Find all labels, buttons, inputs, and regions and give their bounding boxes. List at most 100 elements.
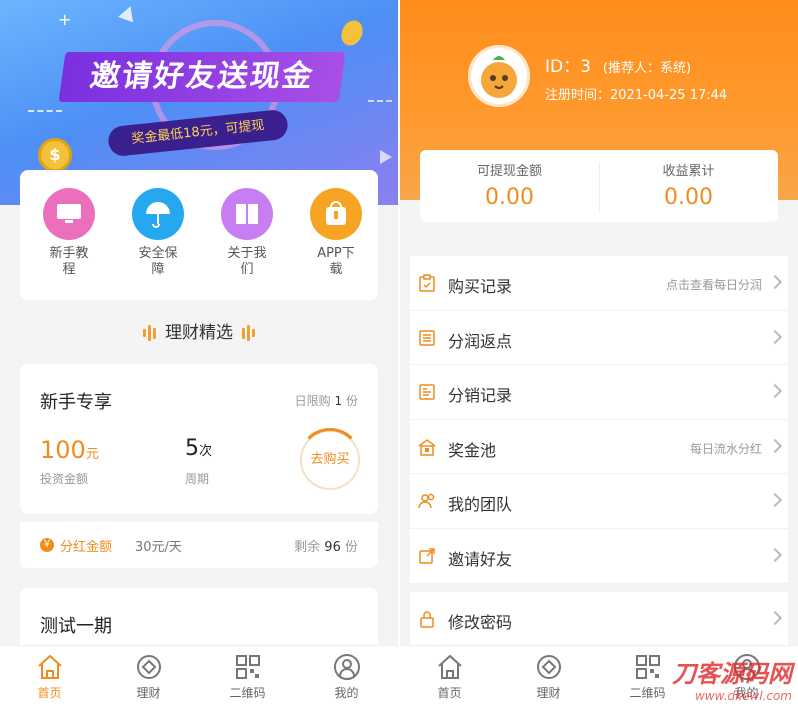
decor-wave	[368, 100, 392, 108]
balance-value: 0.00	[485, 185, 534, 210]
bars-icon	[241, 323, 256, 343]
watermark-title: 刀客源码网	[672, 660, 792, 688]
decor-wave	[28, 110, 62, 120]
quick-link-label: 安全保障	[138, 246, 178, 277]
product-card[interactable]: 新手专享 日限购 1 份 100元 投资金额 5次 周期 去购买	[20, 364, 378, 514]
clipboard-icon	[419, 274, 435, 292]
quick-link-label: 关于我们	[227, 246, 267, 277]
product-amount-label: 投资金额	[40, 472, 89, 486]
menu-distribution-records[interactable]: 分销记录	[410, 365, 788, 420]
menu-hint: 每日流水分红	[689, 441, 762, 456]
payout-mode: 分红金额	[60, 540, 113, 555]
menu-commission[interactable]: 分润返点	[410, 310, 788, 366]
quick-link-download[interactable]: APP下载	[296, 188, 376, 278]
chevron-right-icon	[767, 274, 783, 290]
product-footer: ￥ 分红金额 30元/天 剩余 96 份	[20, 522, 378, 568]
home-icon	[435, 652, 465, 682]
house-icon	[418, 438, 436, 456]
tab-label: 首页	[437, 686, 462, 700]
chevron-right-icon	[767, 438, 783, 453]
buy-button[interactable]: 去购买	[298, 428, 362, 490]
user-icon	[332, 652, 362, 682]
finance-icon	[134, 652, 164, 682]
menu-hint: 点击查看每日分润	[665, 278, 762, 292]
product-name: 新手专享	[40, 392, 112, 413]
decor-triangle	[118, 3, 138, 23]
tab-label: 首页	[37, 686, 62, 700]
avatar[interactable]	[468, 45, 530, 107]
watermark-url: www.dkewl.com	[694, 689, 792, 703]
decor-arrow	[380, 150, 392, 164]
product-cycle-label: 周期	[185, 472, 210, 486]
coin-icon: $	[38, 138, 72, 172]
menu-label: 分润返点	[448, 331, 513, 351]
finance-icon	[534, 652, 564, 682]
home-screen: + $ 邀请好友送现金 奖金最低18元，可提现 新手教程 安全保障 关于我们 A…	[0, 0, 398, 707]
yuan-icon: ￥	[40, 538, 54, 552]
menu-my-team[interactable]: 我的团队	[410, 474, 788, 529]
chevron-right-icon	[767, 547, 783, 563]
document-icon	[419, 384, 435, 400]
balance-label: 收益累计	[662, 164, 715, 179]
profile-menu: 购买记录 点击查看每日分润 分润返点 分销记录 奖金池 每日流水分红 我的团队	[410, 256, 788, 647]
qrcode-icon	[633, 652, 663, 682]
product-cycle: 5次	[185, 436, 213, 461]
tab-finance[interactable]: 理财	[99, 650, 198, 701]
menu-invite-friends[interactable]: 邀请好友	[410, 528, 788, 584]
total-earnings[interactable]: 收益累计 0.00	[599, 160, 778, 210]
share-icon	[419, 548, 435, 564]
quick-link-security[interactable]: 安全保障	[118, 188, 198, 278]
umbrella-icon	[132, 188, 184, 240]
chevron-right-icon	[767, 384, 783, 399]
qrcode-icon	[233, 652, 263, 682]
quick-link-label: APP下载	[317, 246, 355, 277]
tab-home[interactable]: 首页	[0, 650, 99, 701]
menu-purchase-records[interactable]: 购买记录 点击查看每日分润	[410, 256, 788, 311]
decor-plus: +	[58, 10, 72, 29]
referrer: (推荐人：系统)	[602, 61, 692, 76]
tab-label: 二维码	[229, 686, 266, 700]
balance-card: 可提现金额 0.00 收益累计 0.00	[420, 150, 778, 222]
balance-label: 可提现金额	[476, 164, 542, 179]
balance-value: 0.00	[664, 185, 713, 210]
profile-screen: ID：3 (推荐人：系统) 注册时间：2021-04-25 17:44 可提现金额…	[400, 0, 798, 707]
menu-label: 分销记录	[448, 386, 513, 406]
team-icon	[418, 494, 435, 509]
menu-bonus-pool[interactable]: 奖金池 每日流水分红	[410, 419, 788, 475]
quick-link-tutorial[interactable]: 新手教程	[29, 188, 109, 278]
tab-bar: 首页 理财 二维码 我的	[0, 645, 398, 707]
list-icon	[419, 329, 435, 346]
quick-link-about[interactable]: 关于我们	[207, 188, 287, 278]
menu-label: 购买记录	[448, 277, 513, 296]
register-time: 注册时间：2021-04-25 17:44	[545, 88, 728, 103]
banner-title: 邀请好友送现金	[58, 52, 346, 102]
tab-qrcode[interactable]: 二维码	[198, 650, 297, 701]
monitor-icon	[43, 188, 95, 240]
menu-label: 我的团队	[448, 495, 513, 515]
download-icon	[310, 188, 362, 240]
payout-rate: 30元/天	[135, 540, 182, 555]
watermark: 刀客源码网 www.dkewl.com	[672, 654, 792, 703]
tab-mine[interactable]: 我的	[297, 650, 396, 701]
chevron-right-icon	[767, 610, 783, 625]
remaining-count: 剩余 96 份	[294, 540, 358, 555]
chevron-right-icon	[767, 329, 783, 344]
user-id: ID：3 (推荐人：系统)	[545, 57, 692, 77]
quick-links: 新手教程 安全保障 关于我们 APP下载	[20, 170, 378, 300]
tab-finance[interactable]: 理财	[499, 650, 598, 701]
home-icon	[35, 652, 65, 682]
tab-label: 理财	[536, 686, 561, 700]
tab-home[interactable]: 首页	[400, 650, 499, 701]
coin-icon	[337, 16, 367, 50]
withdrawable-balance[interactable]: 可提现金额 0.00	[420, 160, 599, 210]
chevron-right-icon	[767, 493, 783, 508]
menu-label: 修改密码	[448, 612, 513, 632]
section-heading: 理财精选	[0, 318, 398, 343]
quick-link-label: 新手教程	[49, 246, 89, 277]
menu-label: 奖金池	[448, 440, 497, 460]
section-heading-text: 理财精选	[165, 323, 233, 343]
tab-label: 理财	[136, 686, 161, 700]
menu-change-password[interactable]: 修改密码	[410, 591, 788, 647]
product-limit: 日限购 1 份	[294, 394, 358, 408]
book-icon	[221, 188, 273, 240]
